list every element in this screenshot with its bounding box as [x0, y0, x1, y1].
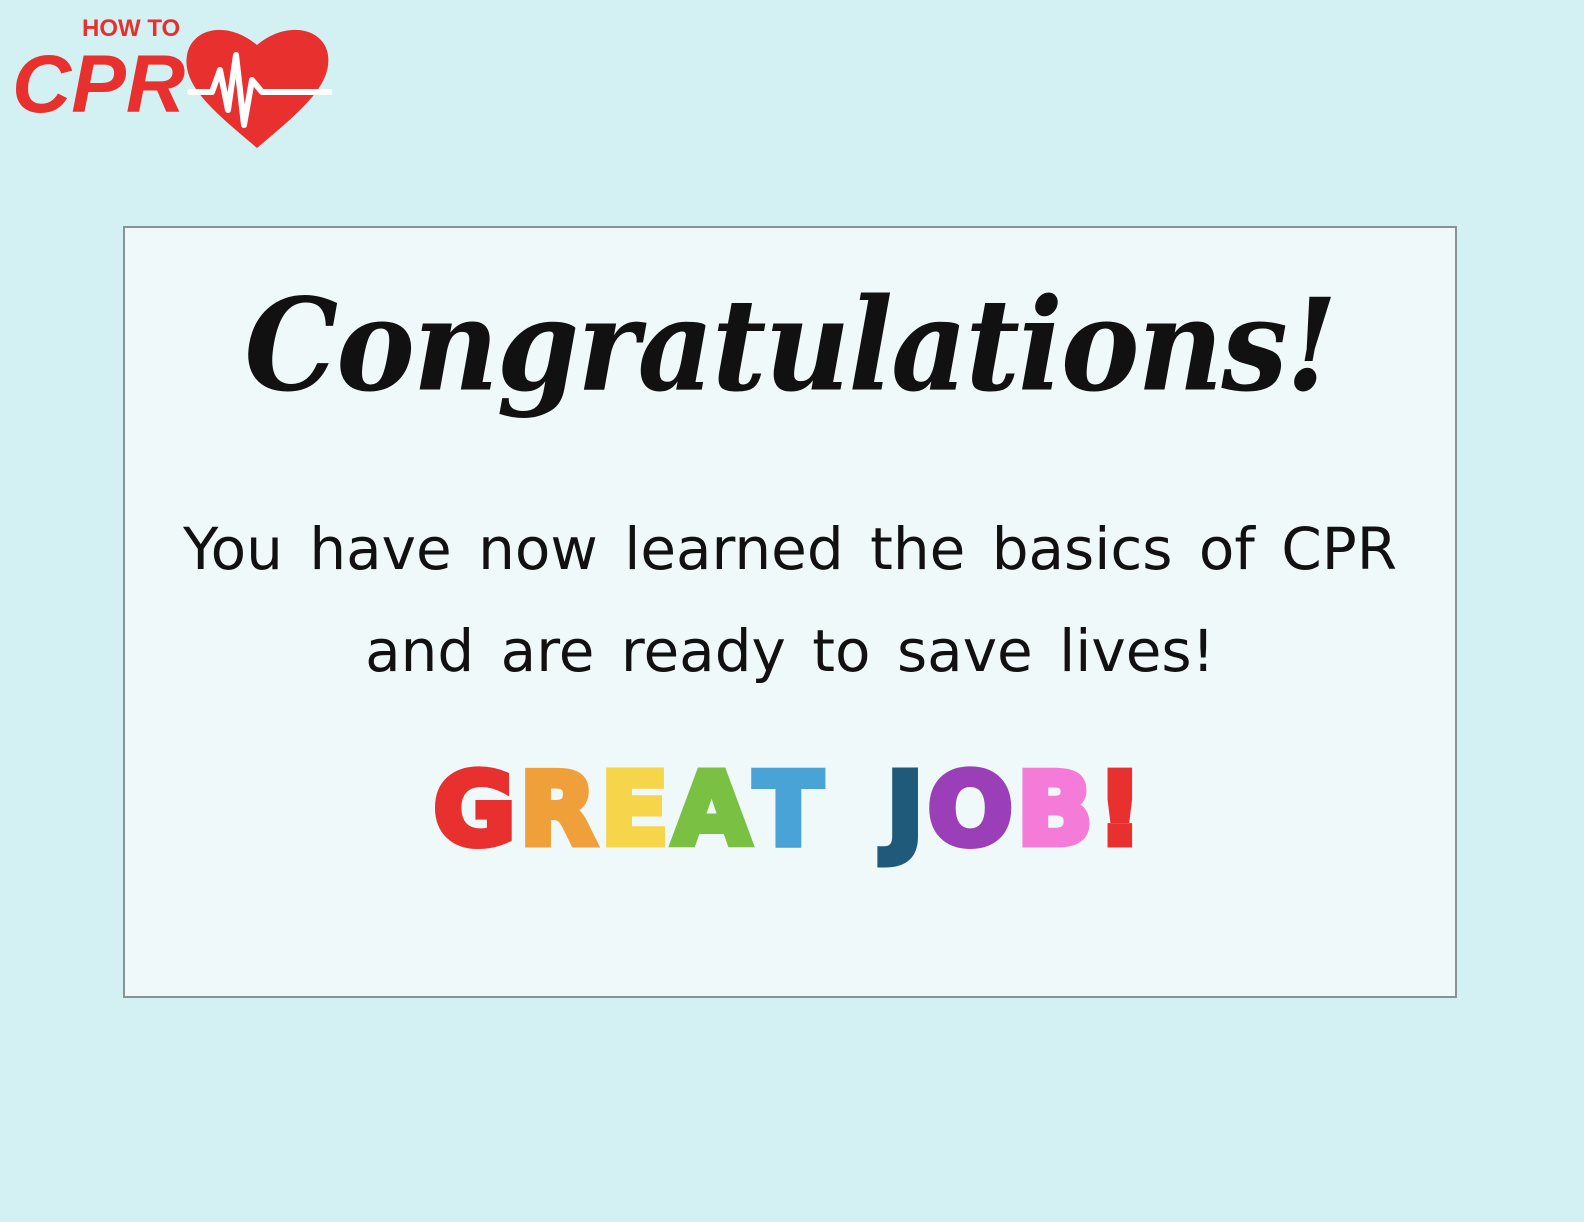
congratulations-heading: Congratulations!	[244, 269, 1337, 420]
great-job-letter: B	[1013, 751, 1097, 868]
heart-heartbeat-icon: HOW TO CPR	[12, 15, 332, 148]
great-job-letter: A	[669, 751, 755, 868]
message-line-1: You have now learned the basics of CPR	[182, 515, 1398, 583]
great-job-letter: G	[430, 751, 520, 868]
logo-big-text: CPR	[12, 39, 185, 130]
message-line-2: and are ready to save lives!	[365, 617, 1215, 685]
great-job-banner: GREAT JOB!	[125, 751, 1455, 868]
great-job-letter: O	[924, 751, 1017, 868]
congratulations-card: Congratulations! You have now learned th…	[123, 226, 1457, 998]
logo-small-text: HOW TO	[82, 15, 180, 42]
great-job-letter: E	[597, 751, 673, 868]
great-job-letter: !	[1093, 751, 1147, 868]
great-job-letter: R	[516, 751, 601, 868]
completion-message: You have now learned the basics of CPR a…	[125, 498, 1455, 702]
how-to-cpr-logo: HOW TO CPR	[12, 10, 332, 155]
great-job-letter: T	[751, 751, 827, 868]
great-job-letter: J	[883, 751, 928, 868]
